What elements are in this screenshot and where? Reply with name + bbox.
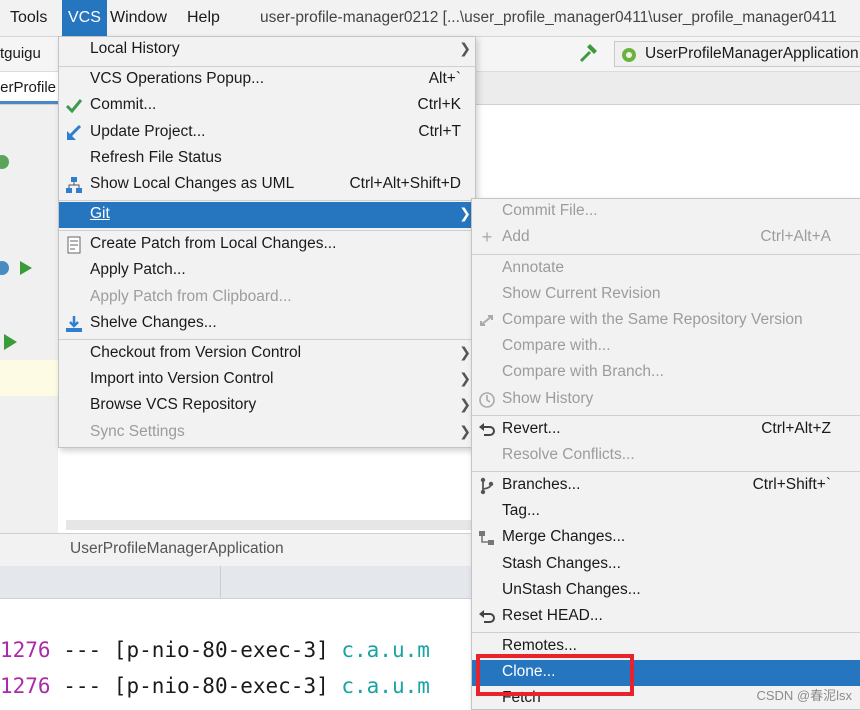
menu-item-apply-patch[interactable]: Apply Patch... — [59, 258, 475, 284]
menu-separator — [59, 200, 475, 201]
horizontal-scrollbar[interactable] — [66, 520, 486, 530]
editor-tab[interactable]: erProfile — [0, 72, 58, 104]
update-arrow-icon — [67, 124, 82, 140]
reset-icon — [479, 610, 495, 623]
window-title: user-profile-manager0212 [...\user_profi… — [260, 9, 837, 26]
menu-item-browse-vcs[interactable]: Browse VCS Repository ❯ — [59, 393, 475, 419]
patch-file-icon — [67, 236, 81, 254]
compare-arrows-icon — [480, 315, 493, 326]
menu-item-compare-with[interactable]: Compare with... — [472, 334, 860, 360]
menu-item-compare-branch[interactable]: Compare with Branch... — [472, 360, 860, 386]
breadcrumb[interactable]: tguigu — [0, 45, 41, 62]
menu-item-merge-changes[interactable]: Merge Changes... — [472, 525, 860, 551]
spring-boot-icon — [622, 48, 636, 62]
menu-item-show-local-changes-uml[interactable]: Show Local Changes as UML Ctrl+Alt+Shift+… — [59, 172, 475, 198]
log-line: 1276 --- [p-nio-80-exec-3] c.a.u.m — [0, 638, 430, 662]
menu-item-create-patch[interactable]: Create Patch from Local Changes... — [59, 232, 475, 258]
highlight-box — [476, 654, 634, 696]
menu-item-show-history[interactable]: Show History — [472, 387, 860, 413]
menu-separator — [59, 230, 475, 231]
menu-separator — [472, 254, 860, 255]
menu-item-annotate[interactable]: Annotate — [472, 256, 860, 282]
menu-item-local-history[interactable]: Local History ❯ — [59, 37, 475, 63]
menu-bar: Tools VCS Window Help user-profile-manag… — [0, 0, 860, 37]
run-gutter-icon[interactable] — [0, 258, 34, 278]
menu-item-apply-patch-clipboard[interactable]: Apply Patch from Clipboard... — [59, 285, 475, 311]
plus-icon: + — [481, 227, 493, 247]
menu-item-compare-same-repo[interactable]: Compare with the Same Repository Version — [472, 308, 860, 334]
shelve-icon — [66, 316, 82, 332]
menu-tools[interactable]: Tools — [10, 0, 47, 36]
menu-item-resolve-conflicts[interactable]: Resolve Conflicts... — [472, 443, 860, 469]
bean-icon — [0, 155, 9, 169]
run-configuration-selector[interactable]: UserProfileManagerApplication — [614, 41, 860, 67]
menu-item-unstash-changes[interactable]: UnStash Changes... — [472, 578, 860, 604]
watermark: CSDN @春泥lsx — [756, 688, 852, 703]
menu-separator — [472, 632, 860, 633]
menu-separator — [59, 339, 475, 340]
menu-help[interactable]: Help — [187, 0, 220, 36]
menu-item-add[interactable]: + Add Ctrl+Alt+A — [472, 225, 860, 251]
menu-item-refresh-file-status[interactable]: Refresh File Status — [59, 146, 475, 172]
menu-item-update-project[interactable]: Update Project... Ctrl+T — [59, 120, 475, 146]
menu-item-revert[interactable]: Revert... Ctrl+Alt+Z — [472, 417, 860, 443]
merge-icon — [479, 531, 494, 545]
menu-vcs[interactable]: VCS — [62, 0, 107, 36]
branch-icon — [480, 477, 494, 495]
menu-window[interactable]: Window — [110, 0, 167, 36]
revert-icon — [479, 423, 495, 436]
menu-item-checkout-vcs[interactable]: Checkout from Version Control ❯ — [59, 341, 475, 367]
menu-item-tag[interactable]: Tag... — [472, 499, 860, 525]
menu-item-commit-file[interactable]: Commit File... — [472, 199, 860, 225]
menu-item-import-vcs[interactable]: Import into Version Control ❯ — [59, 367, 475, 393]
menu-item-git[interactable]: Git ❯ — [59, 202, 475, 228]
menu-item-sync-settings[interactable]: Sync Settings ❯ — [59, 420, 475, 446]
log-line: 1276 --- [p-nio-80-exec-3] c.a.u.m — [0, 674, 430, 698]
history-clock-icon — [479, 392, 495, 408]
menu-item-shelve-changes[interactable]: Shelve Changes... — [59, 311, 475, 337]
menu-separator — [472, 471, 860, 472]
editor-gutter — [0, 105, 58, 533]
menu-item-stash-changes[interactable]: Stash Changes... — [472, 552, 860, 578]
menu-item-reset-head[interactable]: Reset HEAD... — [472, 604, 860, 630]
run-method-icon[interactable] — [0, 332, 20, 352]
git-submenu: Commit File... + Add Ctrl+Alt+A Annotate … — [471, 198, 860, 710]
menu-separator — [472, 415, 860, 416]
menu-item-vcs-operations-popup[interactable]: VCS Operations Popup... Alt+` — [59, 67, 475, 93]
menu-item-commit[interactable]: Commit... Ctrl+K — [59, 93, 475, 119]
uml-diagram-icon — [66, 177, 82, 193]
menu-item-branches[interactable]: Branches... Ctrl+Shift+` — [472, 473, 860, 499]
menu-item-show-current-revision[interactable]: Show Current Revision — [472, 282, 860, 308]
build-hammer-icon[interactable] — [578, 43, 600, 65]
vcs-menu: Local History ❯ VCS Operations Popup... Al… — [58, 36, 476, 448]
checkmark-icon — [65, 99, 83, 114]
